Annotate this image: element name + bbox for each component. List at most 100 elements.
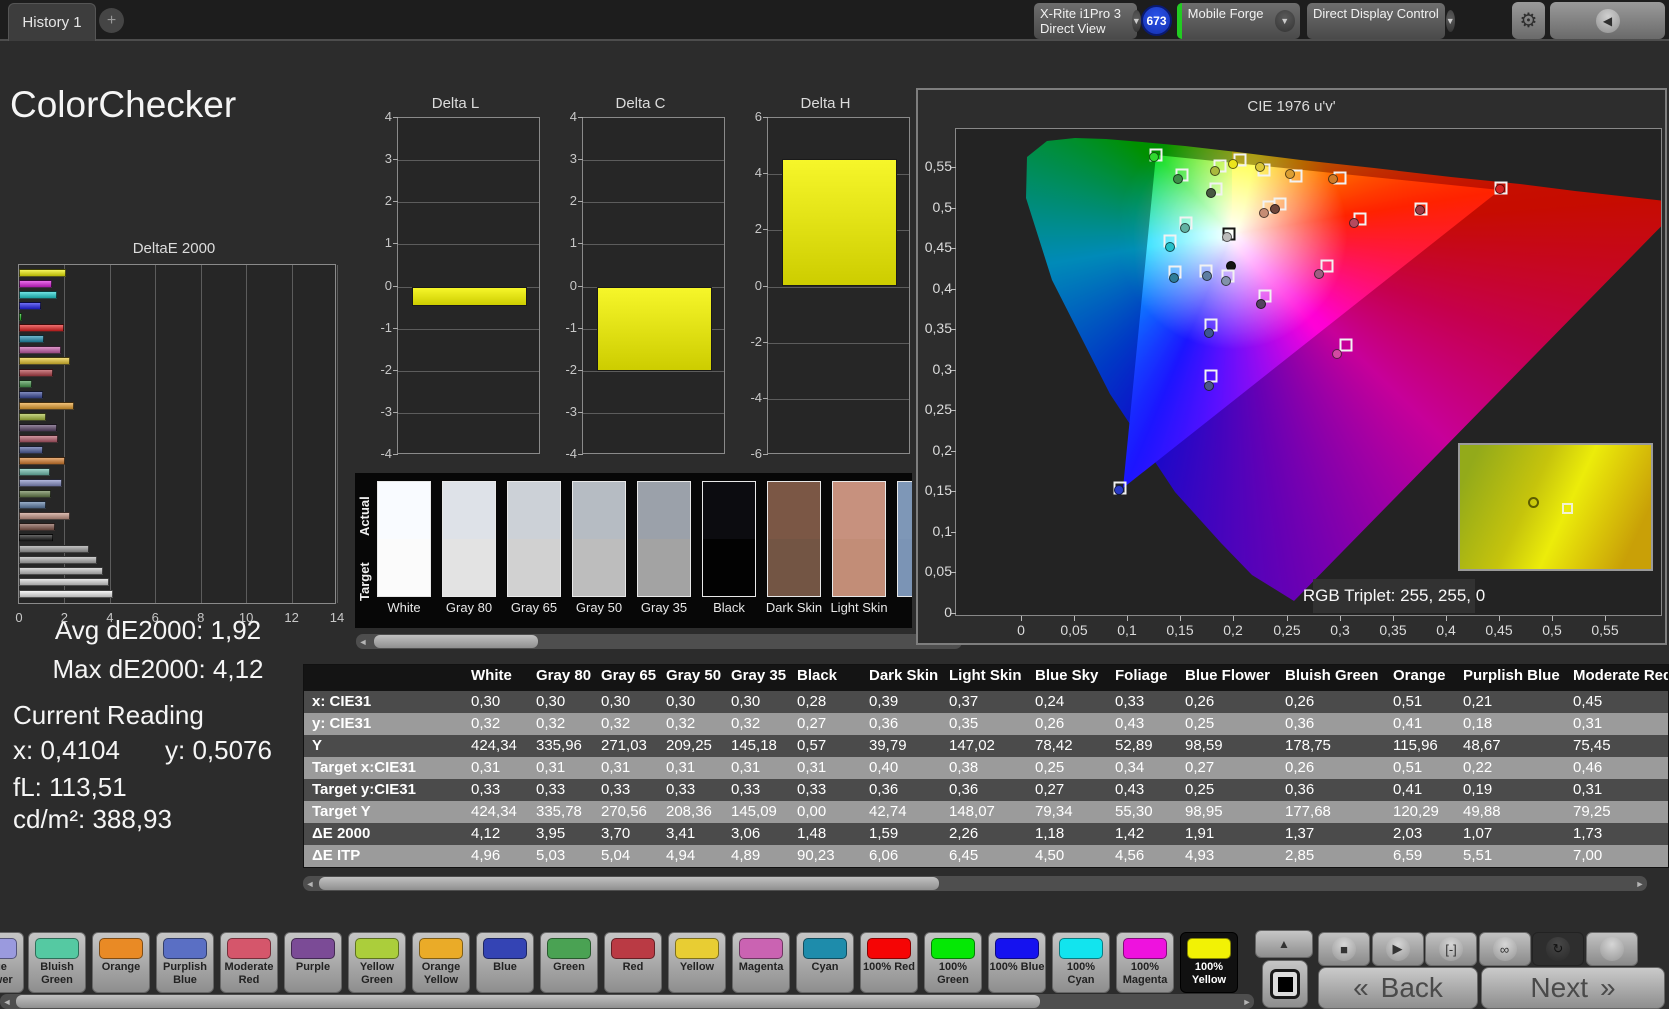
table-scrollbar[interactable]: ◄ ► <box>303 876 1647 891</box>
table-cell: 0,37 <box>949 693 979 710</box>
y-tick <box>393 159 398 161</box>
next-button[interactable]: Next» <box>1481 967 1665 1009</box>
y-tick <box>578 411 583 413</box>
patch-button-purplish-blue[interactable]: Purplish Blue <box>156 932 214 993</box>
meter-count-badge[interactable]: 673 <box>1141 5 1172 36</box>
cie-measure-marker <box>1228 159 1238 169</box>
source-selector[interactable]: Mobile Forge ▼ <box>1177 3 1300 39</box>
patch-button-yellow-green[interactable]: Yellow Green <box>348 932 406 993</box>
pattern-window-button[interactable] <box>1262 960 1308 1008</box>
chevron-down-icon[interactable]: ▼ <box>1274 10 1295 32</box>
scroll-left-icon[interactable]: ◄ <box>303 876 317 891</box>
y-tick <box>763 454 768 455</box>
chart-title: Delta C <box>615 95 666 112</box>
record-button[interactable] <box>1585 932 1638 966</box>
table-cell: 49,88 <box>1463 803 1501 820</box>
gridline <box>583 202 724 204</box>
cie-measure-marker <box>1221 276 1231 286</box>
table-row: y: CIE31 0,32 0,32 0,32 0,32 0,32 0,27 0,36 0,35… <box>304 713 1668 735</box>
patch-button-magenta[interactable]: Magenta <box>732 932 790 993</box>
gridline <box>583 244 724 246</box>
actual-swatch <box>573 482 625 539</box>
collapse-panel-button[interactable]: ◀ <box>1550 2 1665 39</box>
patch-button-green[interactable]: Green <box>540 932 598 993</box>
scroll-right-icon[interactable]: ► <box>1240 994 1254 1009</box>
y-tick-label: -6 <box>750 446 762 461</box>
settings-button[interactable]: ⚙ <box>1512 2 1545 39</box>
workflow-selector[interactable]: Direct Display Control ▼ <box>1307 3 1455 39</box>
loop-button[interactable]: ↻ <box>1532 932 1584 966</box>
patch-button-purple[interactable]: Purple <box>284 932 342 993</box>
y-tick <box>578 369 583 371</box>
y-tick <box>393 243 398 245</box>
table-cell: 0,30 <box>731 693 761 710</box>
y-tick-label: 0,3 <box>932 361 952 377</box>
table-cell: 0,33 <box>601 781 631 798</box>
continuous-button[interactable]: ∞ <box>1478 932 1531 966</box>
delta-l-chart: Delta L 4 3 2 1 0 -1 -2 -3 -4 <box>368 95 543 461</box>
deltae-bar <box>19 412 47 421</box>
deltae-bar <box>19 534 53 543</box>
y-tick-label: 0,2 <box>932 442 952 458</box>
y-tick-label: -2 <box>565 361 577 377</box>
back-button[interactable]: «Back <box>1318 967 1478 1009</box>
patch-button-swatch <box>419 938 463 959</box>
patch-button-yellow[interactable]: Yellow <box>668 932 726 993</box>
patch-label: Blue <box>892 600 912 615</box>
scroll-right-icon[interactable]: ► <box>1633 876 1647 891</box>
patch-button-label: Moderate Red <box>224 961 274 986</box>
y-tick <box>951 167 956 168</box>
table-cell: 0,30 <box>601 693 631 710</box>
table-cell: 0,26 <box>1185 693 1215 710</box>
table-cell: 7,00 <box>1573 847 1603 864</box>
patch-button-100-red[interactable]: 100% Red <box>860 932 918 993</box>
patch-button-100-blue[interactable]: 100% Blue <box>988 932 1046 993</box>
patch-button-orange[interactable]: Orange <box>92 932 150 993</box>
next-icon: » <box>1600 972 1616 1003</box>
single-measure-button[interactable]: [-] <box>1425 932 1477 966</box>
patch-button-100-green[interactable]: 100% Green <box>924 932 982 993</box>
chevron-down-icon[interactable]: ▼ <box>1445 10 1455 32</box>
table-cell: 6,06 <box>869 847 899 864</box>
patch-button-red[interactable]: Red <box>604 932 662 993</box>
patch-button-100-cyan[interactable]: 100% Cyan <box>1052 932 1110 993</box>
patch-button-label: Yellow Green <box>359 961 395 986</box>
patch-button-100-yellow[interactable]: 100% Yellow <box>1180 932 1238 993</box>
meter-selector[interactable]: X-Rite i1Pro 3 Direct View ▼ <box>1034 3 1141 39</box>
gridline <box>398 370 539 372</box>
table-cell: 42,74 <box>869 803 907 820</box>
patch-buttons-scrollbar[interactable]: ◄ ► <box>0 994 1254 1009</box>
patch-button-blue-flower[interactable]: Blue Flower <box>0 932 24 993</box>
deltae-bar <box>19 479 63 487</box>
y-tick-label: 4 <box>754 165 762 181</box>
chevron-down-icon[interactable]: ▼ <box>1131 10 1141 32</box>
tab-history-1[interactable]: History 1 <box>8 3 96 41</box>
add-tab-button[interactable]: + <box>99 8 124 33</box>
table-cell: 0,27 <box>1185 759 1215 776</box>
table-cell: 1,73 <box>1573 825 1603 842</box>
strip-scrollbar-thumb[interactable] <box>374 635 538 648</box>
scroll-left-icon[interactable]: ◄ <box>0 994 14 1009</box>
patch-button-orange-yellow[interactable]: Orange Yellow <box>412 932 470 993</box>
patch-button-100-magenta[interactable]: 100% Magenta <box>1116 932 1174 993</box>
table-cell: 0,33 <box>471 781 501 798</box>
patch-button-blue[interactable]: Blue <box>476 932 534 993</box>
table-scrollbar-thumb[interactable] <box>319 877 939 890</box>
stop-button[interactable]: ■ <box>1318 932 1370 966</box>
y-tick <box>763 117 768 118</box>
strip-scrollbar[interactable]: ◄ ► <box>356 634 962 649</box>
scroll-left-icon[interactable]: ◄ <box>356 634 370 649</box>
top-bar: History 1 + X-Rite i1Pro 3 Direct View ▼ … <box>0 0 1669 41</box>
scroll-up-button[interactable]: ▲ <box>1255 930 1313 958</box>
patch-button-moderate-red[interactable]: Moderate Red <box>220 932 278 993</box>
table-cell: 0,33 <box>536 781 566 798</box>
patch-button-bluish-green[interactable]: Bluish Green <box>28 932 86 993</box>
patch-button-cyan[interactable]: Cyan <box>796 932 854 993</box>
y-tick-label: 3 <box>569 151 577 167</box>
gridline <box>583 370 724 372</box>
deltae-bar <box>19 456 66 465</box>
gridline <box>200 265 202 603</box>
play-button[interactable]: ▶ <box>1371 932 1424 966</box>
x-axis-labels: 0 2 4 6 8 10 12 14 <box>15 610 344 626</box>
patch-buttons-scrollbar-thumb[interactable] <box>16 995 1040 1008</box>
